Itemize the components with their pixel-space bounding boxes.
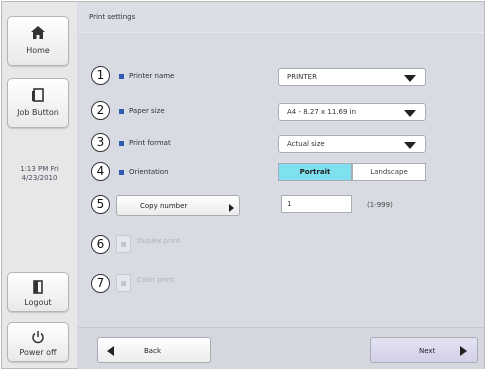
copy-number-value: 1 (287, 200, 292, 208)
step-number: 6 (91, 235, 110, 254)
step-number: 3 (91, 133, 110, 152)
arrow-right-icon (460, 346, 467, 356)
home-icon (31, 26, 45, 39)
step-number: 7 (91, 274, 110, 293)
printer-name-value: PRINTER (287, 73, 317, 81)
landscape-option[interactable]: Landscape (352, 163, 426, 181)
logout-button[interactable]: Logout (7, 272, 69, 312)
color-print-checkbox[interactable] (116, 274, 131, 292)
next-button[interactable]: Next (370, 337, 478, 363)
page-title: Print settings (89, 13, 136, 21)
copy-range: (1-999) (367, 201, 393, 209)
step-number: 5 (91, 195, 110, 214)
document-icon (32, 88, 44, 102)
main-panel: Print settings 1 Printer name PRINTER 2 … (78, 2, 484, 369)
copy-number-field[interactable]: 1 (281, 195, 352, 213)
duplex-print-label: Duplex print (137, 237, 181, 245)
chevron-down-icon (404, 142, 416, 149)
chevron-right-icon (229, 204, 234, 212)
step-number: 2 (91, 101, 110, 120)
chevron-down-icon (404, 110, 416, 117)
power-icon (32, 331, 44, 344)
paper-size-label: Paper size (129, 107, 165, 115)
clock-time: 1:13 PM Fri (20, 165, 59, 173)
arrow-left-icon (107, 346, 114, 356)
logout-label: Logout (24, 298, 52, 307)
paper-size-select[interactable]: A4 - 8.27 x 11.69 in (278, 103, 426, 121)
power-off-button[interactable]: Power off (7, 322, 69, 362)
power-off-label: Power off (19, 348, 57, 357)
sidebar: Home Job Button 1:13 PM Fri 4/23/2010 Lo… (2, 2, 77, 368)
clock-date: 4/23/2010 (21, 174, 58, 182)
bullet-icon (119, 74, 124, 79)
bullet-icon (119, 141, 124, 146)
title-bar: Print settings (78, 2, 484, 33)
bottom-bar: Back Next (78, 327, 484, 369)
print-format-select[interactable]: Actual size (278, 135, 426, 153)
checkbox-mark-icon (121, 242, 126, 247)
logout-icon (33, 280, 43, 294)
color-print-label: Color print (137, 276, 174, 284)
printer-name-label: Printer name (129, 72, 175, 80)
print-format-value: Actual size (287, 140, 325, 148)
next-label: Next (419, 347, 436, 355)
orientation-label: Orientation (129, 168, 169, 176)
copy-number-label: Copy number (140, 202, 188, 210)
print-format-label: Print format (129, 139, 171, 147)
paper-size-value: A4 - 8.27 x 11.69 in (287, 108, 357, 116)
checkbox-mark-icon (121, 281, 126, 286)
chevron-down-icon (404, 75, 416, 82)
home-button[interactable]: Home (7, 16, 69, 66)
copy-number-button[interactable]: Copy number (116, 195, 240, 216)
job-label: Job Button (17, 108, 59, 117)
job-button[interactable]: Job Button (7, 78, 69, 128)
portrait-option[interactable]: Portrait (278, 163, 352, 181)
clock: 1:13 PM Fri 4/23/2010 (2, 165, 77, 183)
window: Home Job Button 1:13 PM Fri 4/23/2010 Lo… (1, 1, 485, 369)
duplex-print-checkbox[interactable] (116, 235, 131, 253)
step-number: 4 (91, 162, 110, 181)
step-number: 1 (91, 66, 110, 85)
bullet-icon (119, 170, 124, 175)
back-label: Back (144, 347, 161, 355)
printer-name-select[interactable]: PRINTER (278, 68, 426, 86)
bullet-icon (119, 109, 124, 114)
home-label: Home (26, 46, 50, 55)
back-button[interactable]: Back (97, 337, 211, 363)
